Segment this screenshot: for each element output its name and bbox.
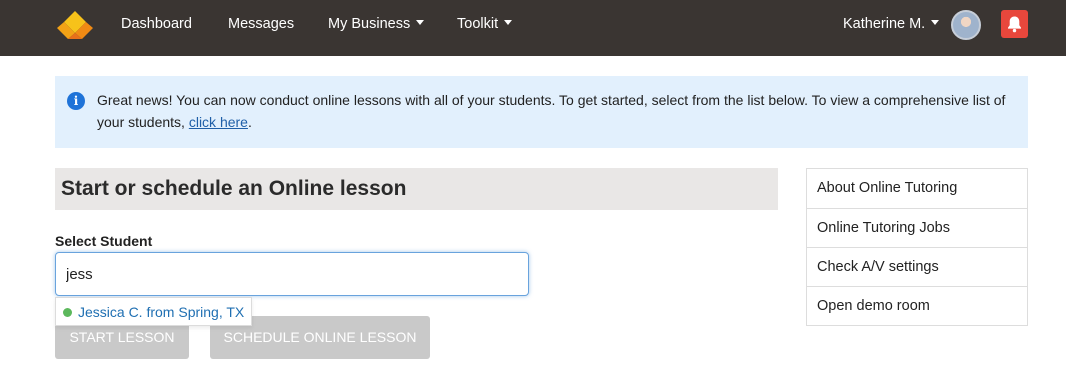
sidebar-menu: About Online Tutoring Online Tutoring Jo… (806, 168, 1028, 326)
alert-text-end: . (247, 114, 252, 130)
top-navbar: Dashboard Messages My Business Toolkit K… (0, 0, 1066, 56)
suggestion-label: Jessica C. from Spring, TX (78, 304, 245, 320)
sidebar-item-open-demo-room[interactable]: Open demo room (807, 286, 1027, 325)
page-title: Start or schedule an Online lesson (61, 177, 407, 200)
nav-link-label: My Business (328, 16, 411, 32)
section-header: Start or schedule an Online lesson (55, 168, 778, 210)
notifications-button[interactable] (1001, 10, 1028, 38)
caret-down-icon (931, 20, 940, 25)
nav-link-my-business[interactable]: My Business (328, 16, 425, 32)
select-student-label: Select Student (55, 233, 153, 249)
nav-link-dashboard[interactable]: Dashboard (121, 16, 192, 32)
info-icon: i (67, 92, 85, 110)
avatar[interactable] (951, 10, 981, 40)
student-suggestion-item[interactable]: Jessica C. from Spring, TX (55, 297, 252, 326)
student-search-input[interactable] (55, 252, 529, 296)
user-name: Katherine M. (843, 16, 926, 32)
sidebar-item-check-av-settings[interactable]: Check A/V settings (807, 247, 1027, 286)
sidebar-item-online-tutoring-jobs[interactable]: Online Tutoring Jobs (807, 208, 1027, 247)
sidebar-item-about-online-tutoring[interactable]: About Online Tutoring (807, 169, 1027, 208)
diamond-logo-icon[interactable] (56, 10, 94, 40)
caret-down-icon (504, 20, 513, 25)
alert-message: Great news! You can now conduct online l… (97, 89, 1007, 133)
nav-link-toolkit[interactable]: Toolkit (457, 16, 513, 32)
nav-link-label: Toolkit (457, 16, 499, 32)
caret-down-icon (416, 20, 425, 25)
online-status-icon (63, 308, 72, 317)
info-alert: i Great news! You can now conduct online… (55, 76, 1028, 148)
nav-link-messages[interactable]: Messages (228, 16, 294, 32)
click-here-link[interactable]: click here (189, 114, 248, 130)
bell-icon (1008, 16, 1021, 33)
user-menu[interactable]: Katherine M. (843, 16, 940, 32)
